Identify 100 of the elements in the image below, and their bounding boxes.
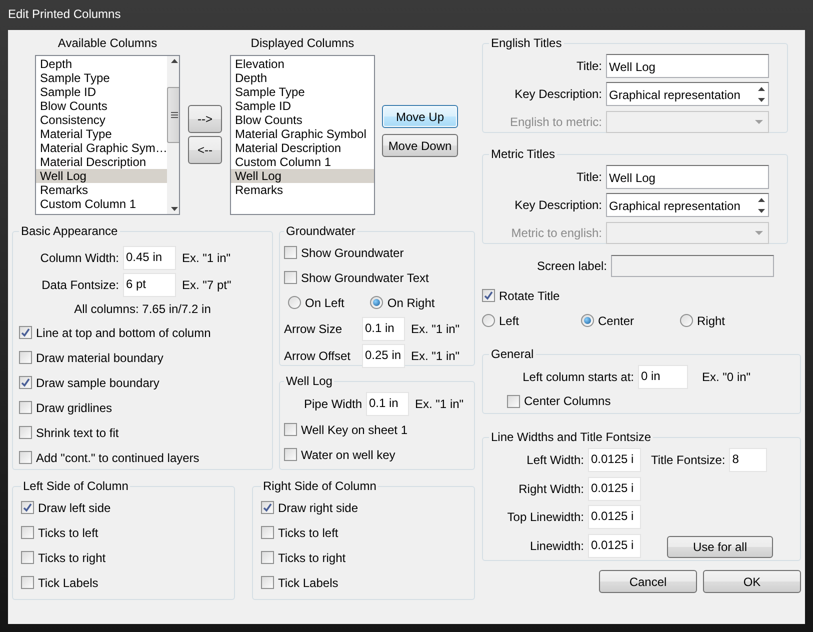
input-field[interactable]: 0.0125 i — [588, 534, 641, 558]
checkbox[interactable] — [284, 246, 297, 259]
list-item[interactable]: Elevation — [231, 57, 374, 71]
checkbox[interactable] — [21, 576, 34, 589]
input-field[interactable]: 0.1 in — [366, 392, 409, 416]
group-title: Well Log — [285, 374, 334, 388]
list-item[interactable]: Depth — [231, 71, 374, 85]
list-item[interactable]: Well Log — [36, 169, 168, 183]
list-item[interactable]: Sample Type — [36, 71, 168, 85]
field-label: Arrow Offset — [284, 348, 352, 364]
transfer-button[interactable]: --> — [188, 105, 222, 133]
list-item[interactable]: Custom Column 1 — [231, 155, 374, 169]
list-item[interactable]: Custom Column 1 — [36, 197, 168, 211]
field-label: Left Width: — [526, 452, 585, 470]
checkbox-label: Add "cont." to continued layers — [36, 450, 200, 466]
checkbox-label: Tick Labels — [38, 574, 98, 592]
input-field[interactable]: 8 — [729, 448, 768, 472]
checkbox[interactable] — [261, 576, 274, 589]
list-item[interactable]: Material Description — [36, 155, 168, 169]
list-item[interactable]: Remarks — [36, 183, 168, 197]
checkbox-label: Draw gridlines — [36, 400, 112, 416]
dialog-button[interactable]: OK — [703, 570, 801, 593]
order-button[interactable]: Move Up — [382, 105, 458, 128]
grip-icon — [170, 112, 178, 118]
group-title: Groundwater — [285, 224, 356, 238]
list-item[interactable]: Blow Counts — [36, 99, 168, 113]
use-for-all-button[interactable]: Use for all — [667, 536, 773, 558]
radio-button[interactable] — [482, 314, 495, 327]
list-item[interactable]: Material Graphic Sym… — [36, 141, 168, 155]
checkbox[interactable] — [482, 289, 495, 302]
checkbox-label: Ticks to left — [38, 524, 98, 542]
checkbox[interactable] — [19, 351, 32, 364]
example-hint: Ex. "1 in" — [415, 396, 464, 412]
list-item[interactable]: Sample Type — [231, 85, 374, 99]
dialog-button[interactable]: Cancel — [599, 570, 697, 593]
list-item[interactable]: Sample ID — [36, 85, 168, 99]
list-item[interactable]: Well Log — [231, 169, 374, 183]
list-item[interactable]: Material Description — [231, 141, 374, 155]
checkbox[interactable] — [261, 526, 274, 539]
list-item[interactable]: Remarks — [231, 183, 374, 197]
radio-label: Right — [697, 312, 726, 330]
checkbox[interactable] — [19, 401, 32, 414]
scrollbar[interactable] — [167, 56, 179, 214]
checkbox-label: Show Groundwater Text — [301, 270, 429, 286]
checkbox[interactable] — [21, 526, 34, 539]
field-label: Screen label: — [536, 258, 608, 275]
radio-label: On Left — [305, 294, 344, 312]
checkbox[interactable] — [284, 423, 297, 436]
text-area[interactable]: Graphical representation — [606, 193, 769, 217]
transfer-button[interactable]: <-- — [188, 136, 222, 164]
input-field[interactable]: 0.0125 i — [588, 476, 641, 501]
radio-button[interactable] — [581, 314, 594, 327]
summary-text: All columns: 7.65 in/7.2 in — [73, 301, 212, 318]
checkbox[interactable] — [261, 501, 274, 514]
example-hint: Ex. "1 in" — [182, 250, 231, 266]
checkbox[interactable] — [21, 551, 34, 564]
checkbox-label: Ticks to right — [278, 550, 346, 566]
checkbox[interactable] — [284, 448, 297, 461]
radio-button[interactable] — [370, 296, 384, 309]
radio-button[interactable] — [288, 296, 301, 309]
input-field[interactable]: 0.0125 i — [588, 448, 641, 472]
field-label: Title: — [575, 169, 603, 186]
field-label: Left column starts at: — [522, 368, 635, 386]
check-icon — [21, 378, 30, 387]
checkbox[interactable] — [19, 376, 32, 389]
field-label: Data Fontsize: — [40, 276, 120, 294]
checkbox[interactable] — [19, 451, 32, 464]
list-item[interactable]: Sample ID — [231, 99, 374, 113]
order-button[interactable]: Move Down — [382, 134, 458, 157]
text-area[interactable]: Graphical representation — [606, 82, 769, 106]
checkbox-label: Ticks to left — [278, 524, 338, 542]
field-label: Column Width: — [39, 250, 120, 266]
list-item[interactable]: Material Type — [36, 127, 168, 141]
field-label: Key Description: — [514, 86, 603, 103]
checkbox[interactable] — [19, 326, 32, 339]
input-field[interactable]: 0 in — [638, 364, 688, 388]
radio-button[interactable] — [680, 314, 693, 327]
checkbox-label: Draw left side — [38, 500, 111, 516]
input-field[interactable]: 6 pt — [123, 272, 176, 296]
checkbox[interactable] — [21, 501, 34, 514]
input-field[interactable]: 0.0125 i — [588, 505, 641, 530]
input-field[interactable]: 0.25 in — [362, 344, 405, 368]
field-label: Title: — [575, 58, 603, 75]
text-field[interactable]: Well Log — [606, 165, 769, 189]
input-field[interactable]: 0.45 in — [123, 246, 176, 270]
input-field[interactable]: 0.1 in — [362, 316, 405, 340]
checkbox-label: Center Columns — [524, 393, 611, 410]
list-item[interactable]: Consistency — [36, 113, 168, 127]
list-item[interactable]: Depth — [36, 57, 168, 71]
list-item[interactable]: Material Graphic Symbol — [231, 127, 374, 141]
list-item[interactable]: Blow Counts — [231, 113, 374, 127]
checkbox[interactable] — [261, 551, 274, 564]
checkbox[interactable] — [507, 394, 520, 408]
checkbox[interactable] — [284, 271, 297, 284]
field-label: Pipe Width — [302, 396, 363, 412]
group-title: General — [490, 347, 535, 361]
caret-icon — [755, 120, 763, 124]
checkbox[interactable] — [19, 426, 32, 439]
text-field[interactable]: Well Log — [606, 54, 769, 78]
field-label: Linewidth: — [528, 538, 585, 555]
